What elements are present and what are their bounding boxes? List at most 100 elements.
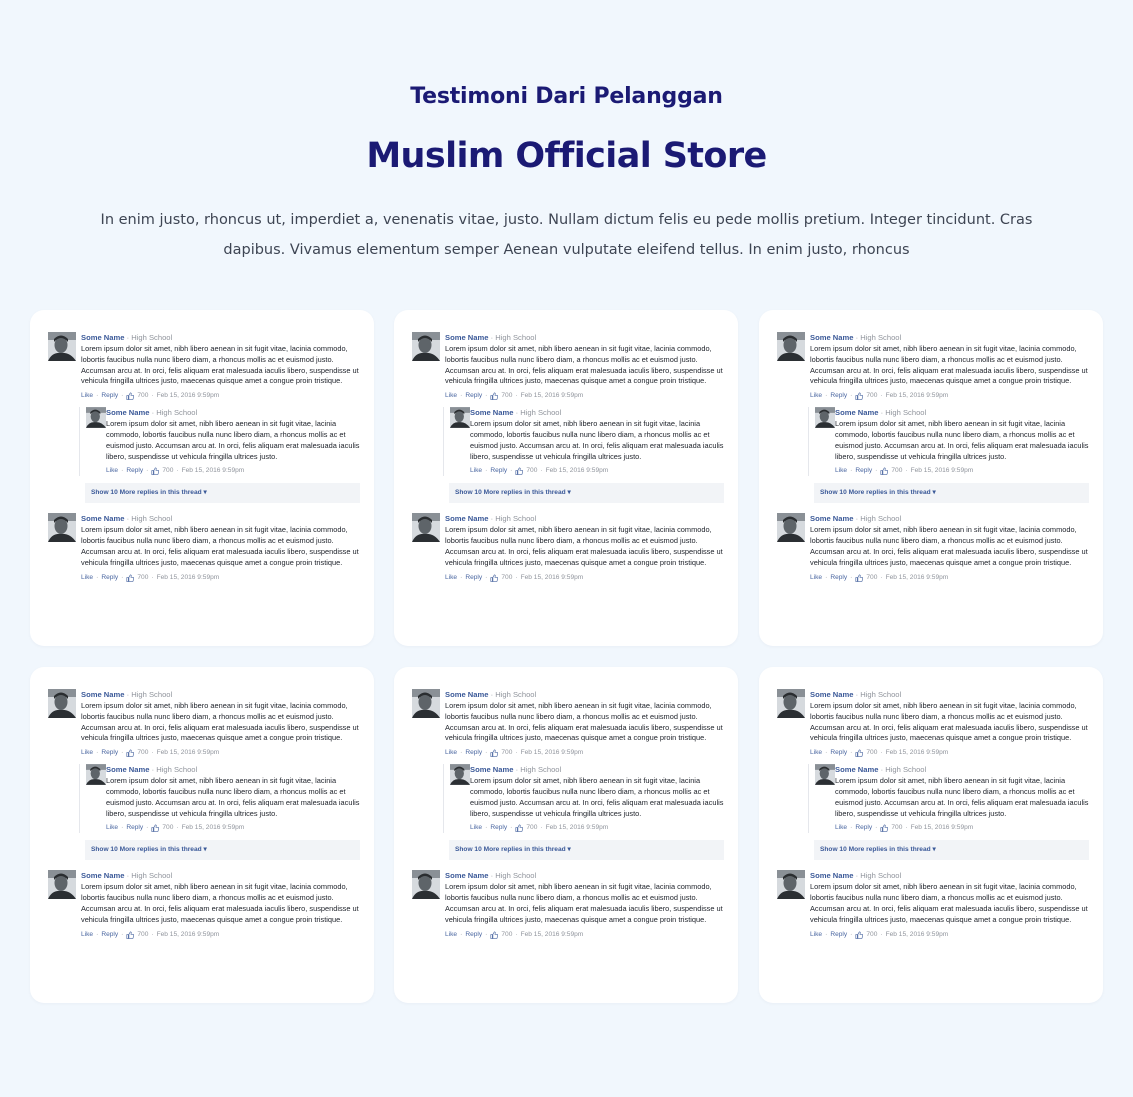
like-link[interactable]: Like [445, 391, 457, 401]
comment-thread: Some Name · High School Lorem ipsum dolo… [48, 689, 360, 940]
show-more-replies-button[interactable]: Show 10 More replies in this thread ▾ [85, 840, 360, 861]
reply-link[interactable]: Reply [830, 748, 847, 758]
like-count: 700 [501, 392, 513, 400]
like-link[interactable]: Like [810, 391, 822, 401]
commenter-name[interactable]: Some Name [445, 690, 488, 699]
commenter-name[interactable]: Some Name [445, 333, 488, 342]
like-link[interactable]: Like [835, 823, 847, 833]
reply-link[interactable]: Reply [830, 391, 847, 401]
commenter-name[interactable]: Some Name [470, 408, 513, 417]
like-link[interactable]: Like [445, 573, 457, 583]
commenter-name[interactable]: Some Name [81, 871, 124, 880]
commenter-name[interactable]: Some Name [81, 514, 124, 523]
comment-thread: Some Name · High School Lorem ipsum dolo… [412, 689, 724, 940]
separator: · [880, 408, 884, 418]
reply-link[interactable]: Reply [101, 748, 118, 758]
reply-link[interactable]: Reply [465, 391, 482, 401]
commenter-name[interactable]: Some Name [810, 690, 853, 699]
reply-link[interactable]: Reply [465, 573, 482, 583]
separator: · [825, 749, 828, 757]
commenter-name[interactable]: Some Name [470, 765, 513, 774]
avatar [48, 870, 76, 900]
like-link[interactable]: Like [106, 466, 118, 476]
comment-actions: Like · Reply · 700 · Feb 15, 2016 9:59pm [810, 391, 1089, 401]
comment-timestamp: Feb 15, 2016 9:59pm [910, 467, 974, 475]
separator: · [151, 408, 155, 418]
like-link[interactable]: Like [445, 930, 457, 940]
thumbs-up-icon [855, 931, 864, 939]
reply-link[interactable]: Reply [830, 930, 847, 940]
like-link[interactable]: Like [470, 823, 482, 833]
comment: Some Name · High School Lorem ipsum dolo… [777, 689, 1089, 758]
reply-link[interactable]: Reply [465, 748, 482, 758]
like-link[interactable]: Like [810, 748, 822, 758]
commenter-name[interactable]: Some Name [835, 408, 878, 417]
comment-actions: Like · Reply · 700 · Feb 15, 2016 9:59pm [81, 748, 360, 758]
show-more-replies-button[interactable]: Show 10 More replies in this thread ▾ [814, 483, 1089, 504]
commenter-name[interactable]: Some Name [810, 514, 853, 523]
like-link[interactable]: Like [81, 573, 93, 583]
testimonial-card: Some Name · High School Lorem ipsum dolo… [394, 667, 738, 1003]
like-link[interactable]: Like [810, 930, 822, 940]
show-more-replies-button[interactable]: Show 10 More replies in this thread ▾ [449, 840, 724, 861]
avatar-icon [450, 764, 470, 786]
separator: · [850, 749, 853, 757]
comment-timestamp: Feb 15, 2016 9:59pm [156, 573, 220, 581]
avatar [412, 870, 440, 900]
section-title: Muslim Official Store [366, 136, 767, 176]
commenter-name[interactable]: Some Name [81, 333, 124, 342]
comment: Some Name · High School Lorem ipsum dolo… [48, 332, 360, 401]
comment-body: Lorem ipsum dolor sit amet, nibh libero … [835, 776, 1089, 818]
thumbs-up-icon [855, 749, 864, 758]
separator: · [490, 514, 494, 524]
show-more-replies-button[interactable]: Show 10 More replies in this thread ▾ [449, 483, 724, 504]
reply-link[interactable]: Reply [490, 466, 507, 476]
commenter-name[interactable]: Some Name [835, 765, 878, 774]
reply-link[interactable]: Reply [855, 823, 872, 833]
reply-link[interactable]: Reply [465, 930, 482, 940]
commenter-name[interactable]: Some Name [106, 765, 149, 774]
comment-actions: Like · Reply · 700 · Feb 15, 2016 9:59pm [470, 466, 724, 476]
like-link[interactable]: Like [81, 391, 93, 401]
like-link[interactable]: Like [810, 573, 822, 583]
separator: · [515, 408, 519, 418]
like-link[interactable]: Like [445, 748, 457, 758]
comment-body: Lorem ipsum dolor sit amet, nibh libero … [810, 525, 1088, 567]
separator: · [850, 573, 853, 581]
commenter-name[interactable]: Some Name [445, 871, 488, 880]
show-more-replies-button[interactable]: Show 10 More replies in this thread ▾ [85, 483, 360, 504]
reply-link[interactable]: Reply [830, 573, 847, 583]
commenter-name[interactable]: Some Name [106, 408, 149, 417]
avatar [777, 513, 805, 543]
like-link[interactable]: Like [81, 930, 93, 940]
avatar-icon [48, 513, 76, 543]
reply-link[interactable]: Reply [126, 466, 143, 476]
reply-link[interactable]: Reply [855, 466, 872, 476]
separator: · [905, 467, 908, 475]
commenter-name[interactable]: Some Name [810, 871, 853, 880]
reply-link[interactable]: Reply [101, 573, 118, 583]
comment-body: Lorem ipsum dolor sit amet, nibh libero … [106, 419, 360, 461]
commenter-name[interactable]: Some Name [445, 514, 488, 523]
separator: · [151, 573, 154, 581]
reply-link[interactable]: Reply [101, 391, 118, 401]
show-more-replies-button[interactable]: Show 10 More replies in this thread ▾ [814, 840, 1089, 861]
like-link[interactable]: Like [835, 466, 847, 476]
reply-link[interactable]: Reply [126, 823, 143, 833]
reply-link[interactable]: Reply [101, 930, 118, 940]
commenter-name[interactable]: Some Name [810, 333, 853, 342]
comment-body: Lorem ipsum dolor sit amet, nibh libero … [445, 882, 723, 924]
avatar-icon [777, 870, 805, 900]
like-link[interactable]: Like [81, 748, 93, 758]
commenter-name[interactable]: Some Name [81, 690, 124, 699]
reply-comment: Some Name · High School Lorem ipsum dolo… [808, 764, 1089, 834]
like-count: 700 [162, 824, 174, 832]
like-link[interactable]: Like [470, 466, 482, 476]
comment: Some Name · High School Lorem ipsum dolo… [412, 689, 724, 758]
comment-actions: Like · Reply · 700 · Feb 15, 2016 9:59pm [835, 823, 1089, 833]
reply-link[interactable]: Reply [490, 823, 507, 833]
separator: · [850, 930, 853, 938]
like-link[interactable]: Like [106, 823, 118, 833]
thumbs-up-icon [880, 824, 889, 833]
like-count: 700 [162, 467, 174, 475]
